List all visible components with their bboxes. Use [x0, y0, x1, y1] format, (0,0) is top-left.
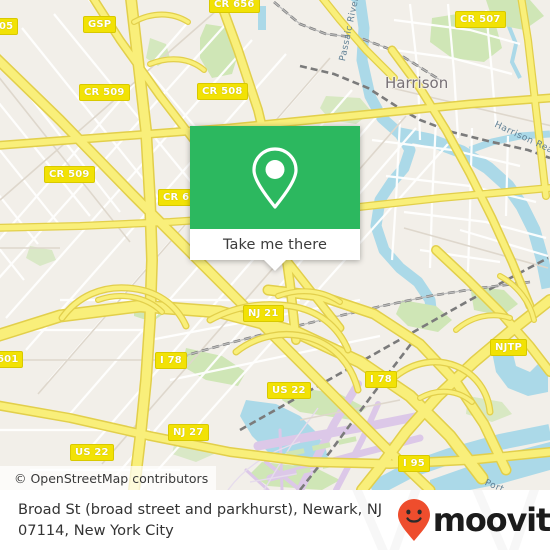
map-canvas[interactable]: Harrison Passaic River Harrison Reach Po… — [0, 0, 550, 490]
road-shield-nj-21: NJ 21 — [243, 305, 284, 322]
moovit-location-card: Harrison Passaic River Harrison Reach Po… — [0, 0, 550, 550]
road-shield-i-78-right: I 78 — [365, 371, 397, 388]
road-shield-us-22-left: US 22 — [70, 444, 114, 461]
map-label-harrison: Harrison — [385, 74, 449, 92]
road-shield-i-78-left: I 78 — [155, 352, 187, 369]
road-shield-cr-509-lower: CR 509 — [44, 166, 95, 183]
location-callout[interactable]: Take me there — [190, 126, 360, 271]
take-me-there-label: Take me there — [222, 236, 328, 253]
address-line-2: 07114, New York City — [18, 522, 174, 539]
map-pin-icon — [252, 146, 298, 209]
road-shield-i-95: I 95 — [398, 455, 430, 472]
osm-attribution-text: © OpenStreetMap contributors — [14, 470, 209, 486]
callout-tail — [264, 260, 286, 271]
road-shield-cr-507: CR 507 — [455, 11, 506, 28]
road-shield-cr-656: CR 656 — [209, 0, 260, 13]
road-shield-cr-505: 05 — [0, 18, 19, 35]
road-shield-cr-601: 601 — [0, 351, 24, 368]
road-shield-us-22-right: US 22 — [267, 382, 311, 399]
moovit-smiley-pin-icon — [397, 499, 430, 541]
road-shield-nj-27: NJ 27 — [168, 424, 209, 441]
road-shield-njtp: NJTP — [490, 339, 528, 356]
callout-header — [190, 126, 360, 229]
road-shield-cr-508: CR 508 — [197, 83, 248, 100]
road-shield-gsp: GSP — [83, 16, 117, 33]
road-shield-cr-509-upper: CR 509 — [79, 84, 130, 101]
moovit-logo[interactable]: moovit — [397, 498, 550, 542]
address-line-1: Broad St (broad street and parkhurst), N… — [18, 501, 383, 518]
callout-footer[interactable]: Take me there — [190, 229, 360, 260]
footer-bar: Broad St (broad street and parkhurst), N… — [0, 490, 550, 550]
road-shield-cr-603: CR 6 — [158, 189, 195, 206]
address-text: Broad St (broad street and parkhurst), N… — [0, 499, 393, 541]
osm-attribution[interactable]: © OpenStreetMap contributors — [0, 466, 217, 490]
callout-body: Take me there — [190, 126, 360, 260]
moovit-wordmark: moovit — [432, 501, 550, 539]
